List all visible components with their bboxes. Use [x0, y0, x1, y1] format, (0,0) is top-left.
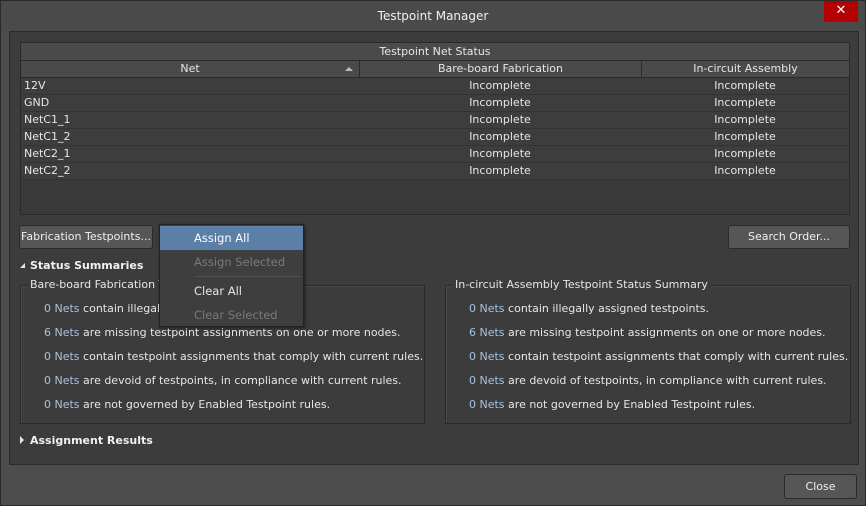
column-label: Net	[180, 62, 200, 75]
cell-fabrication: Incomplete	[469, 113, 531, 126]
group-title: Bare-board Fabrication Te	[27, 278, 174, 291]
net-count-link[interactable]: 0 Nets	[469, 350, 505, 363]
summary-line: 0 Nets are devoid of testpoints, in comp…	[44, 374, 402, 387]
section-label: Assignment Results	[30, 434, 153, 447]
summary-line: 6 Nets are missing testpoint assignments…	[44, 326, 401, 339]
cell-assembly: Incomplete	[714, 164, 776, 177]
net-count-link[interactable]: 0 Nets	[44, 374, 80, 387]
cell-net: NetC2_1	[24, 147, 71, 160]
close-icon[interactable]: ✕	[824, 1, 858, 22]
column-header-net[interactable]: Net	[21, 61, 359, 77]
net-count-link[interactable]: 0 Nets	[469, 302, 505, 315]
summary-line: 0 Nets contain testpoint assignments tha…	[44, 350, 423, 363]
cell-assembly: Incomplete	[714, 96, 776, 109]
expanded-triangle-icon	[20, 263, 25, 268]
table-row[interactable]: NetC2_1 Incomplete Incomplete	[21, 146, 849, 163]
status-summaries-toggle[interactable]: Status Summaries	[20, 259, 143, 272]
summary-text: are devoid of testpoints, in compliance …	[504, 374, 827, 387]
summary-text: are not governed by Enabled Testpoint ru…	[79, 398, 331, 411]
net-count-link[interactable]: 0 Nets	[44, 350, 80, 363]
fabrication-testpoints-menu: Assign All Assign Selected Clear All Cle…	[159, 224, 304, 327]
sort-ascending-icon	[345, 67, 353, 71]
table-row[interactable]: NetC1_2 Incomplete Incomplete	[21, 129, 849, 146]
table-row[interactable]: NetC2_2 Incomplete Incomplete	[21, 163, 849, 180]
grid-header: Net Bare-board Fabrication In-circuit As…	[21, 61, 849, 78]
table-row[interactable]: 12V Incomplete Incomplete	[21, 78, 849, 95]
dialog-body: Testpoint Net Status Net Bare-board Fabr…	[9, 31, 859, 465]
grid-rows: 12V Incomplete Incomplete GND Incomplete Inc…	[21, 78, 849, 180]
summary-text: contain testpoint assignments that compl…	[504, 350, 849, 363]
net-count-link[interactable]: 0 Nets	[44, 302, 80, 315]
menu-separator	[194, 276, 301, 277]
testpoint-net-status-grid: Testpoint Net Status Net Bare-board Fabr…	[20, 42, 850, 215]
cell-net: 12V	[24, 79, 46, 92]
cell-fabrication: Incomplete	[469, 96, 531, 109]
summary-line: 0 Nets are not governed by Enabled Testp…	[44, 398, 330, 411]
summary-line: 0 Nets contain illegally assigned testpo…	[469, 302, 709, 315]
cell-assembly: Incomplete	[714, 79, 776, 92]
cell-assembly: Incomplete	[714, 113, 776, 126]
assignment-results-toggle[interactable]: Assignment Results	[20, 434, 153, 447]
summary-line: 6 Nets are missing testpoint assignments…	[469, 326, 826, 339]
net-count-link[interactable]: 6 Nets	[44, 326, 80, 339]
summary-text: are not governed by Enabled Testpoint ru…	[504, 398, 756, 411]
grid-band-title: Testpoint Net Status	[21, 43, 849, 61]
net-count-link[interactable]: 0 Nets	[44, 398, 80, 411]
cell-assembly: Incomplete	[714, 147, 776, 160]
testpoint-manager-dialog: Testpoint Manager ✕ Testpoint Net Status…	[0, 0, 866, 506]
collapsed-triangle-icon	[20, 436, 24, 444]
close-button[interactable]: Close	[784, 474, 857, 499]
summary-text: contain illegally	[79, 302, 170, 315]
cell-net: GND	[24, 96, 50, 109]
cell-fabrication: Incomplete	[469, 130, 531, 143]
summary-line: 0 Nets are not governed by Enabled Testp…	[469, 398, 755, 411]
group-title: In-circuit Assembly Testpoint Status Sum…	[452, 278, 711, 291]
cell-net: NetC2_2	[24, 164, 71, 177]
column-header-fabrication[interactable]: Bare-board Fabrication	[359, 61, 641, 77]
summary-text: contain illegally assigned testpoints.	[504, 302, 710, 315]
net-count-link[interactable]: 6 Nets	[469, 326, 505, 339]
menu-item-assign-all[interactable]: Assign All	[160, 226, 303, 250]
column-header-assembly[interactable]: In-circuit Assembly	[641, 61, 849, 77]
fabrication-testpoints-button[interactable]: Fabrication Testpoints...	[19, 225, 153, 249]
section-label: Status Summaries	[30, 259, 144, 272]
summary-text: contain testpoint assignments that compl…	[79, 350, 424, 363]
summary-line: 0 Nets contain testpoint assignments tha…	[469, 350, 848, 363]
cell-assembly: Incomplete	[714, 130, 776, 143]
summary-text: are devoid of testpoints, in compliance …	[79, 374, 402, 387]
menu-item-clear-all[interactable]: Clear All	[160, 279, 303, 303]
window-title: Testpoint Manager	[377, 9, 489, 23]
net-count-link[interactable]: 0 Nets	[469, 398, 505, 411]
summary-line: 0 Nets are devoid of testpoints, in comp…	[469, 374, 827, 387]
menu-item-clear-selected: Clear Selected	[194, 308, 278, 322]
summary-text: are missing testpoint assignments on one…	[79, 326, 401, 339]
cell-net: NetC1_1	[24, 113, 71, 126]
search-order-button[interactable]: Search Order...	[728, 225, 850, 249]
table-row[interactable]: NetC1_1 Incomplete Incomplete	[21, 112, 849, 129]
menu-item-assign-selected: Assign Selected	[194, 255, 286, 269]
cell-net: NetC1_2	[24, 130, 71, 143]
table-row[interactable]: GND Incomplete Incomplete	[21, 95, 849, 112]
summary-line: 0 Nets contain illegally	[44, 302, 170, 315]
title-bar: Testpoint Manager ✕	[1, 1, 865, 31]
assembly-summary-group: In-circuit Assembly Testpoint Status Sum…	[445, 278, 851, 424]
cell-fabrication: Incomplete	[469, 147, 531, 160]
summary-text: are missing testpoint assignments on one…	[504, 326, 826, 339]
net-count-link[interactable]: 0 Nets	[469, 374, 505, 387]
cell-fabrication: Incomplete	[469, 79, 531, 92]
cell-fabrication: Incomplete	[469, 164, 531, 177]
